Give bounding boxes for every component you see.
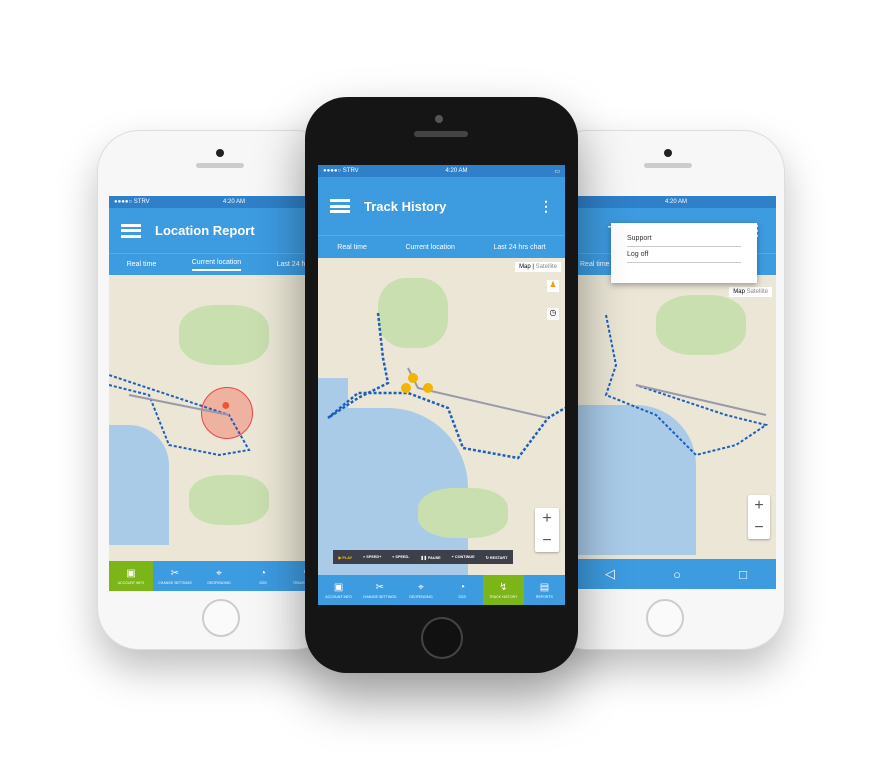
menu-item-log-off[interactable]: Log off — [627, 251, 741, 263]
home-button[interactable] — [202, 599, 240, 637]
speed-up-button[interactable]: » SPEED+ — [363, 555, 381, 559]
zoom-in-button[interactable]: + — [535, 508, 559, 530]
map[interactable]: Map | Satellite ♟ ◷ + − ▶ PLAY » SPEED+ «… — [318, 258, 565, 578]
nav-account-info[interactable]: ▣ ACCOUNT INFO — [109, 561, 153, 591]
nav-geofencing[interactable]: ⌖ GEOFENCING — [400, 575, 441, 605]
nav-reports[interactable]: ▤ REPORTS — [524, 575, 565, 605]
carrier: ●●●●○ STRV — [323, 168, 359, 174]
left-phone: ●●●●○ STRV4:20 AM▭ Location Report Real … — [97, 130, 337, 650]
overflow-menu: Support Log off — [611, 223, 757, 283]
tab-real-time[interactable]: Real time — [337, 244, 367, 251]
tab-current-location[interactable]: Current location — [191, 259, 242, 271]
map[interactable]: ● Map — [109, 275, 329, 561]
history-icon[interactable]: ◷ — [547, 308, 559, 320]
time: 4:20 AM — [223, 199, 246, 205]
nav-change-settings[interactable]: ✂ CHANGE SETTINGS — [359, 575, 400, 605]
map-type-map[interactable]: Map — [519, 264, 531, 270]
nav-sos[interactable]: ◔ SOS — [241, 561, 285, 591]
tab-real-time[interactable]: Real time — [127, 261, 157, 268]
tab-real-time[interactable]: Real time — [580, 261, 610, 268]
time: 4:20 AM — [664, 199, 687, 205]
android-recents-icon[interactable]: □ — [739, 567, 747, 582]
android-home-icon[interactable]: ○ — [673, 567, 681, 582]
continue-button[interactable]: + CONTINUE — [452, 555, 475, 559]
tab-last-24-hrs-chart[interactable]: Last 24 hrs chart — [494, 244, 546, 251]
map-type-map[interactable]: Map — [733, 289, 745, 295]
menu-item-support[interactable]: Support — [627, 235, 741, 247]
right-phone: 4:20 AM Tr⋮ Real time Map Satellite +− ◁… — [545, 130, 785, 650]
android-back-icon[interactable]: ◁ — [605, 566, 615, 582]
play-button[interactable]: ▶ PLAY — [338, 555, 352, 560]
playback-controls: ▶ PLAY » SPEED+ « SPEED- ❚❚ PAUSE + CONT… — [333, 550, 513, 564]
center-phone: ●●●●○ STRV 4:20 AM ▭ Track History ⋮ Real t… — [305, 97, 578, 673]
nav-geofencing[interactable]: ⌖ GEOFENCING — [197, 561, 241, 591]
pause-button[interactable]: ❚❚ PAUSE — [420, 555, 440, 560]
page-title: Track History — [364, 198, 447, 214]
speed-down-button[interactable]: « SPEED- — [392, 555, 409, 559]
home-button[interactable] — [421, 617, 463, 659]
more-icon[interactable]: ⋮ — [539, 198, 553, 215]
nav-sos[interactable]: ◔ SOS — [442, 575, 483, 605]
zoom-out-button[interactable]: − — [535, 530, 559, 552]
center-screen: ●●●●○ STRV 4:20 AM ▭ Track History ⋮ Real t… — [318, 165, 565, 605]
time: 4:20 AM — [445, 168, 468, 174]
right-screen: 4:20 AM Tr⋮ Real time Map Satellite +− ◁… — [576, 196, 776, 589]
page-title: Location Report — [155, 223, 255, 238]
left-screen: ●●●●○ STRV4:20 AM▭ Location Report Real … — [109, 196, 329, 591]
street-view-icon[interactable]: ♟ — [547, 280, 559, 292]
menu-icon[interactable] — [330, 199, 350, 213]
carrier: ●●●●○ STRV — [114, 199, 150, 205]
zoom-out-button[interactable]: − — [748, 517, 770, 539]
bottom-nav: ▣ ACCOUNT INFO ✂ CHANGE SETTINGS ⌖ GEOFENCI… — [109, 561, 329, 591]
nav-change-settings[interactable]: ✂ CHANGE SETTINGS — [153, 561, 197, 591]
tab-current-location[interactable]: Current location — [405, 244, 454, 251]
restart-button[interactable]: ↻ RESTART — [486, 555, 508, 560]
home-button[interactable] — [646, 599, 684, 637]
zoom-in-button[interactable]: + — [748, 495, 770, 517]
map-type-satellite[interactable]: Satellite — [747, 289, 768, 295]
nav-account-info[interactable]: ▣ ACCOUNT INFO — [318, 575, 359, 605]
map-type-satellite[interactable]: Satellite — [536, 264, 557, 270]
menu-icon[interactable] — [121, 223, 141, 238]
nav-track-history[interactable]: ↯TRACK HISTORY — [482, 575, 524, 605]
bottom-nav: ▣ ACCOUNT INFO ✂ CHANGE SETTINGS ⌖ GEOFENCI… — [318, 575, 565, 605]
map[interactable]: Map Satellite + − — [576, 275, 776, 559]
